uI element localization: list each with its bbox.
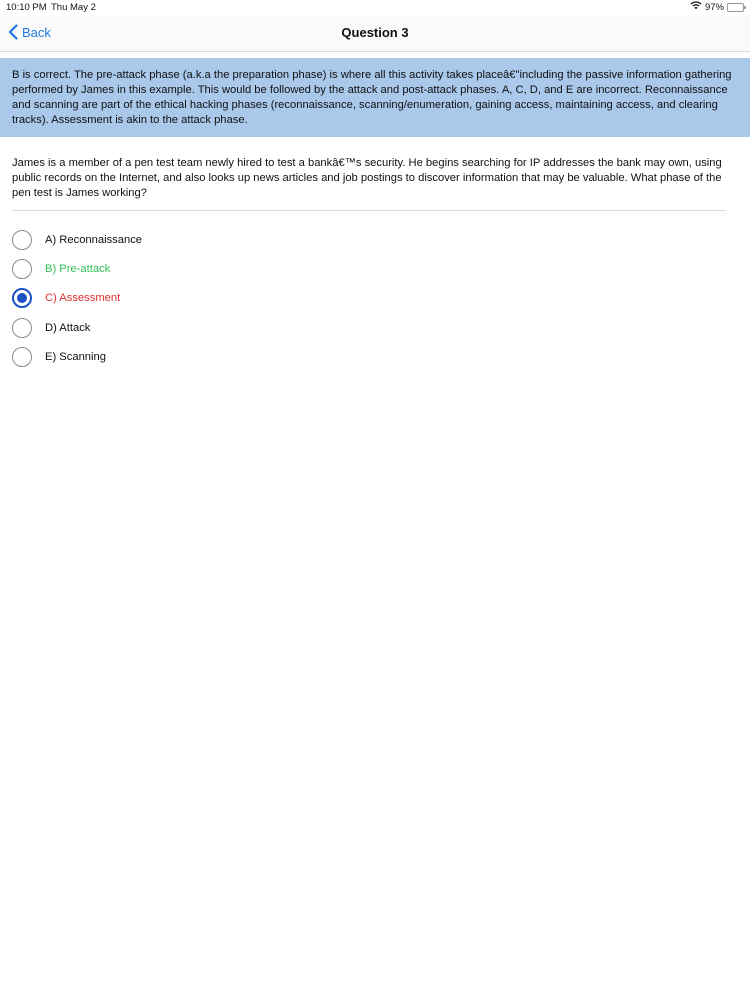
option-label: B) Pre-attack xyxy=(45,262,111,275)
question-text: James is a member of a pen test team new… xyxy=(12,157,722,199)
page-title: Question 3 xyxy=(341,25,409,40)
radio-button[interactable] xyxy=(12,317,32,338)
divider xyxy=(12,210,726,211)
radio-button[interactable] xyxy=(12,229,32,250)
option-b[interactable]: B) Pre-attack xyxy=(12,254,512,283)
answer-options: A) Reconnaissance B) Pre-attack C) Asses… xyxy=(12,225,512,371)
option-d[interactable]: D) Attack xyxy=(12,313,512,342)
battery-icon xyxy=(727,2,746,12)
option-label: C) Assessment xyxy=(45,292,121,305)
radio-button-selected[interactable] xyxy=(12,288,32,309)
option-c[interactable]: C) Assessment xyxy=(12,284,512,313)
wifi-icon xyxy=(690,1,702,13)
status-bar: 10:10 PM Thu May 2 97% xyxy=(0,0,750,16)
battery-percent: 97% xyxy=(704,1,724,13)
radio-button[interactable] xyxy=(12,258,32,279)
navigation-bar: Back Question 3 xyxy=(0,16,750,52)
status-time: 10:10 PM xyxy=(6,2,47,13)
answer-explanation: B is correct. The pre-attack phase (a.k.… xyxy=(0,58,750,137)
radio-button[interactable] xyxy=(12,346,32,367)
option-label: E) Scanning xyxy=(45,350,106,363)
status-right: 97% xyxy=(690,1,746,13)
option-label: D) Attack xyxy=(45,321,91,334)
option-label: A) Reconnaissance xyxy=(45,233,143,246)
option-a[interactable]: A) Reconnaissance xyxy=(12,225,512,254)
option-e[interactable]: E) Scanning xyxy=(12,342,512,371)
status-date: Thu May 2 xyxy=(51,2,96,13)
